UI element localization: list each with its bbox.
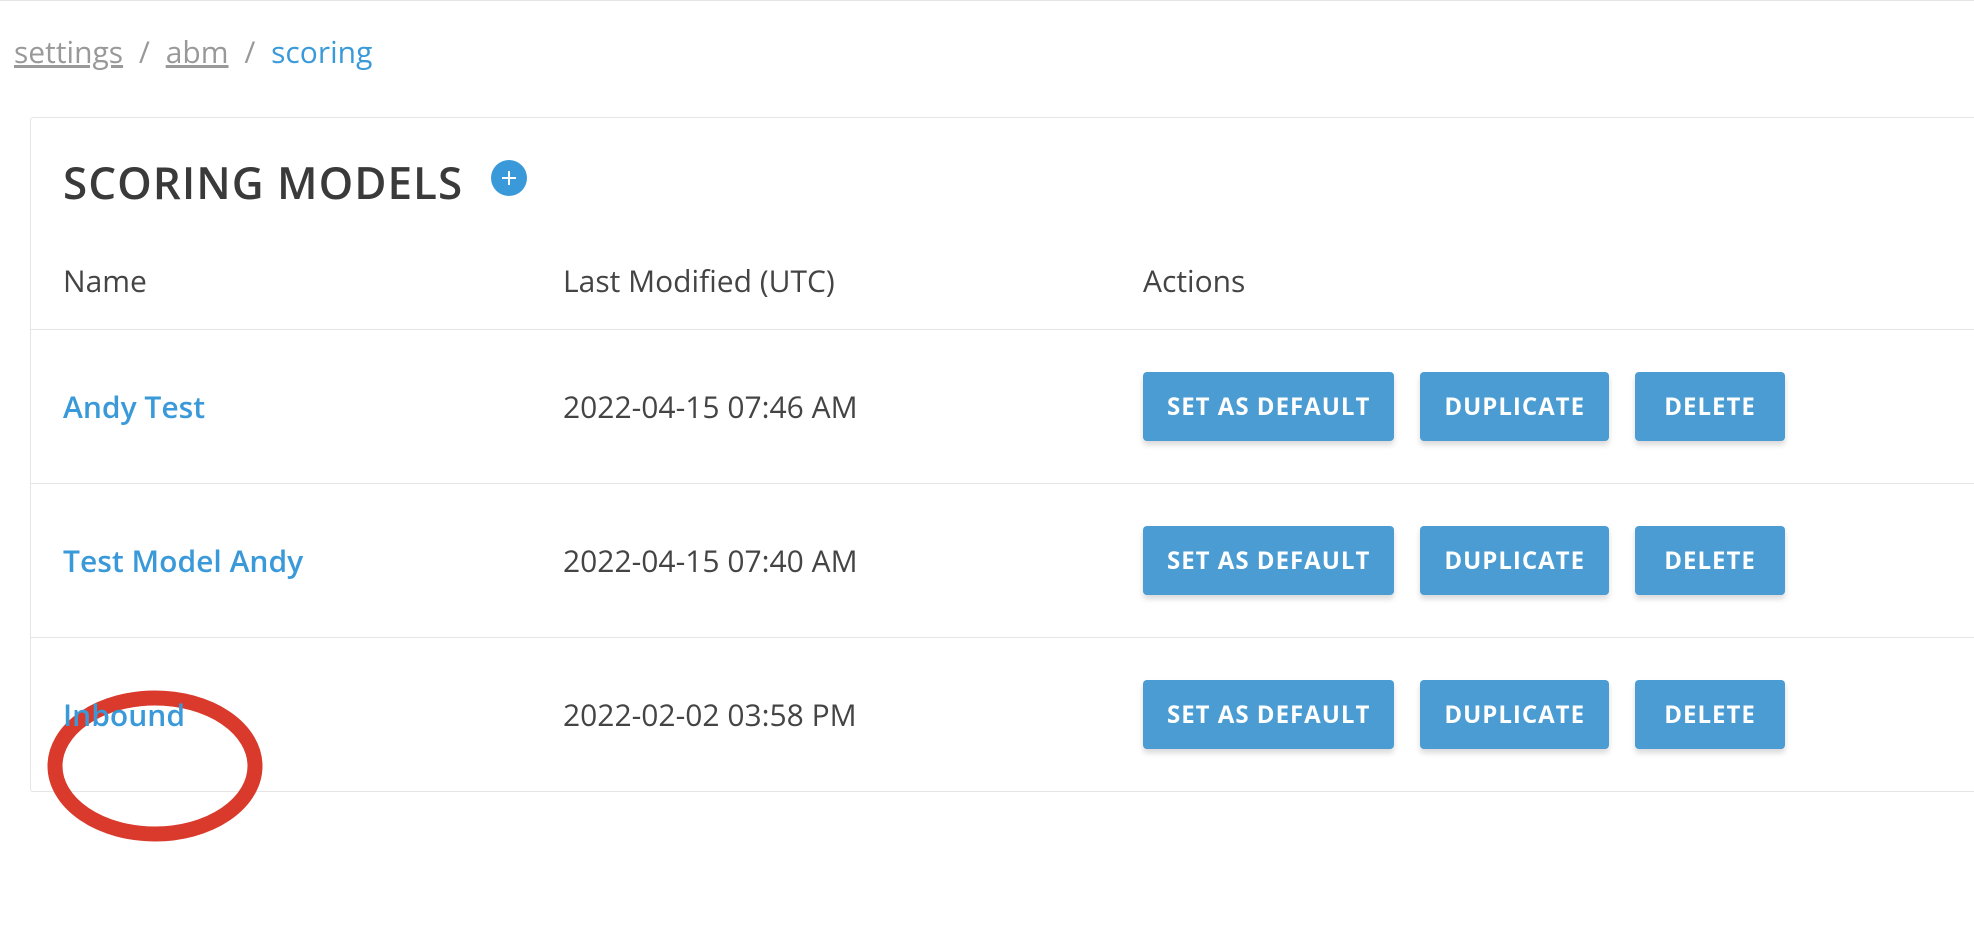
duplicate-button[interactable]: DUPLICATE	[1420, 372, 1609, 441]
model-modified-date: 2022-02-02 03:58 PM	[563, 694, 1143, 735]
scoring-models-table: Name Last Modified (UTC) Actions Andy Te…	[31, 260, 1974, 791]
card-header: SCORING MODELS	[31, 118, 1974, 224]
duplicate-button[interactable]: DUPLICATE	[1420, 526, 1609, 595]
set-default-button[interactable]: SET AS DEFAULT	[1143, 680, 1394, 749]
duplicate-button[interactable]: DUPLICATE	[1420, 680, 1609, 749]
column-header-modified: Last Modified (UTC)	[563, 260, 1143, 301]
set-default-button[interactable]: SET AS DEFAULT	[1143, 372, 1394, 441]
model-modified-date: 2022-04-15 07:40 AM	[563, 540, 1143, 581]
delete-button[interactable]: DELETE	[1635, 372, 1785, 441]
table-row: Andy Test 2022-04-15 07:46 AM SET AS DEF…	[31, 330, 1974, 484]
breadcrumb-separator: /	[139, 31, 150, 72]
table-row: Test Model Andy 2022-04-15 07:40 AM SET …	[31, 484, 1974, 638]
model-name-link[interactable]: Andy Test	[63, 386, 563, 427]
table-row: Inbound 2022-02-02 03:58 PM SET AS DEFAU…	[31, 638, 1974, 791]
model-modified-date: 2022-04-15 07:46 AM	[563, 386, 1143, 427]
column-header-name: Name	[63, 260, 563, 301]
breadcrumb-separator: /	[244, 31, 255, 72]
breadcrumb-current: scoring	[271, 31, 372, 72]
row-actions: SET AS DEFAULT DUPLICATE DELETE	[1143, 372, 1974, 441]
row-actions: SET AS DEFAULT DUPLICATE DELETE	[1143, 526, 1974, 595]
table-header-row: Name Last Modified (UTC) Actions	[31, 260, 1974, 330]
plus-icon	[497, 166, 521, 190]
model-name-link[interactable]: Test Model Andy	[63, 540, 563, 581]
row-actions: SET AS DEFAULT DUPLICATE DELETE	[1143, 680, 1974, 749]
delete-button[interactable]: DELETE	[1635, 526, 1785, 595]
breadcrumb-settings[interactable]: settings	[14, 31, 123, 72]
add-scoring-model-button[interactable]	[491, 160, 527, 196]
breadcrumb: settings / abm / scoring	[0, 1, 1974, 92]
scoring-models-card: SCORING MODELS Name Last Modified (UTC) …	[30, 117, 1974, 792]
breadcrumb-abm[interactable]: abm	[166, 31, 229, 72]
set-default-button[interactable]: SET AS DEFAULT	[1143, 526, 1394, 595]
page-title: SCORING MODELS	[63, 152, 463, 212]
delete-button[interactable]: DELETE	[1635, 680, 1785, 749]
model-name-link[interactable]: Inbound	[63, 694, 563, 735]
column-header-actions: Actions	[1143, 260, 1974, 301]
